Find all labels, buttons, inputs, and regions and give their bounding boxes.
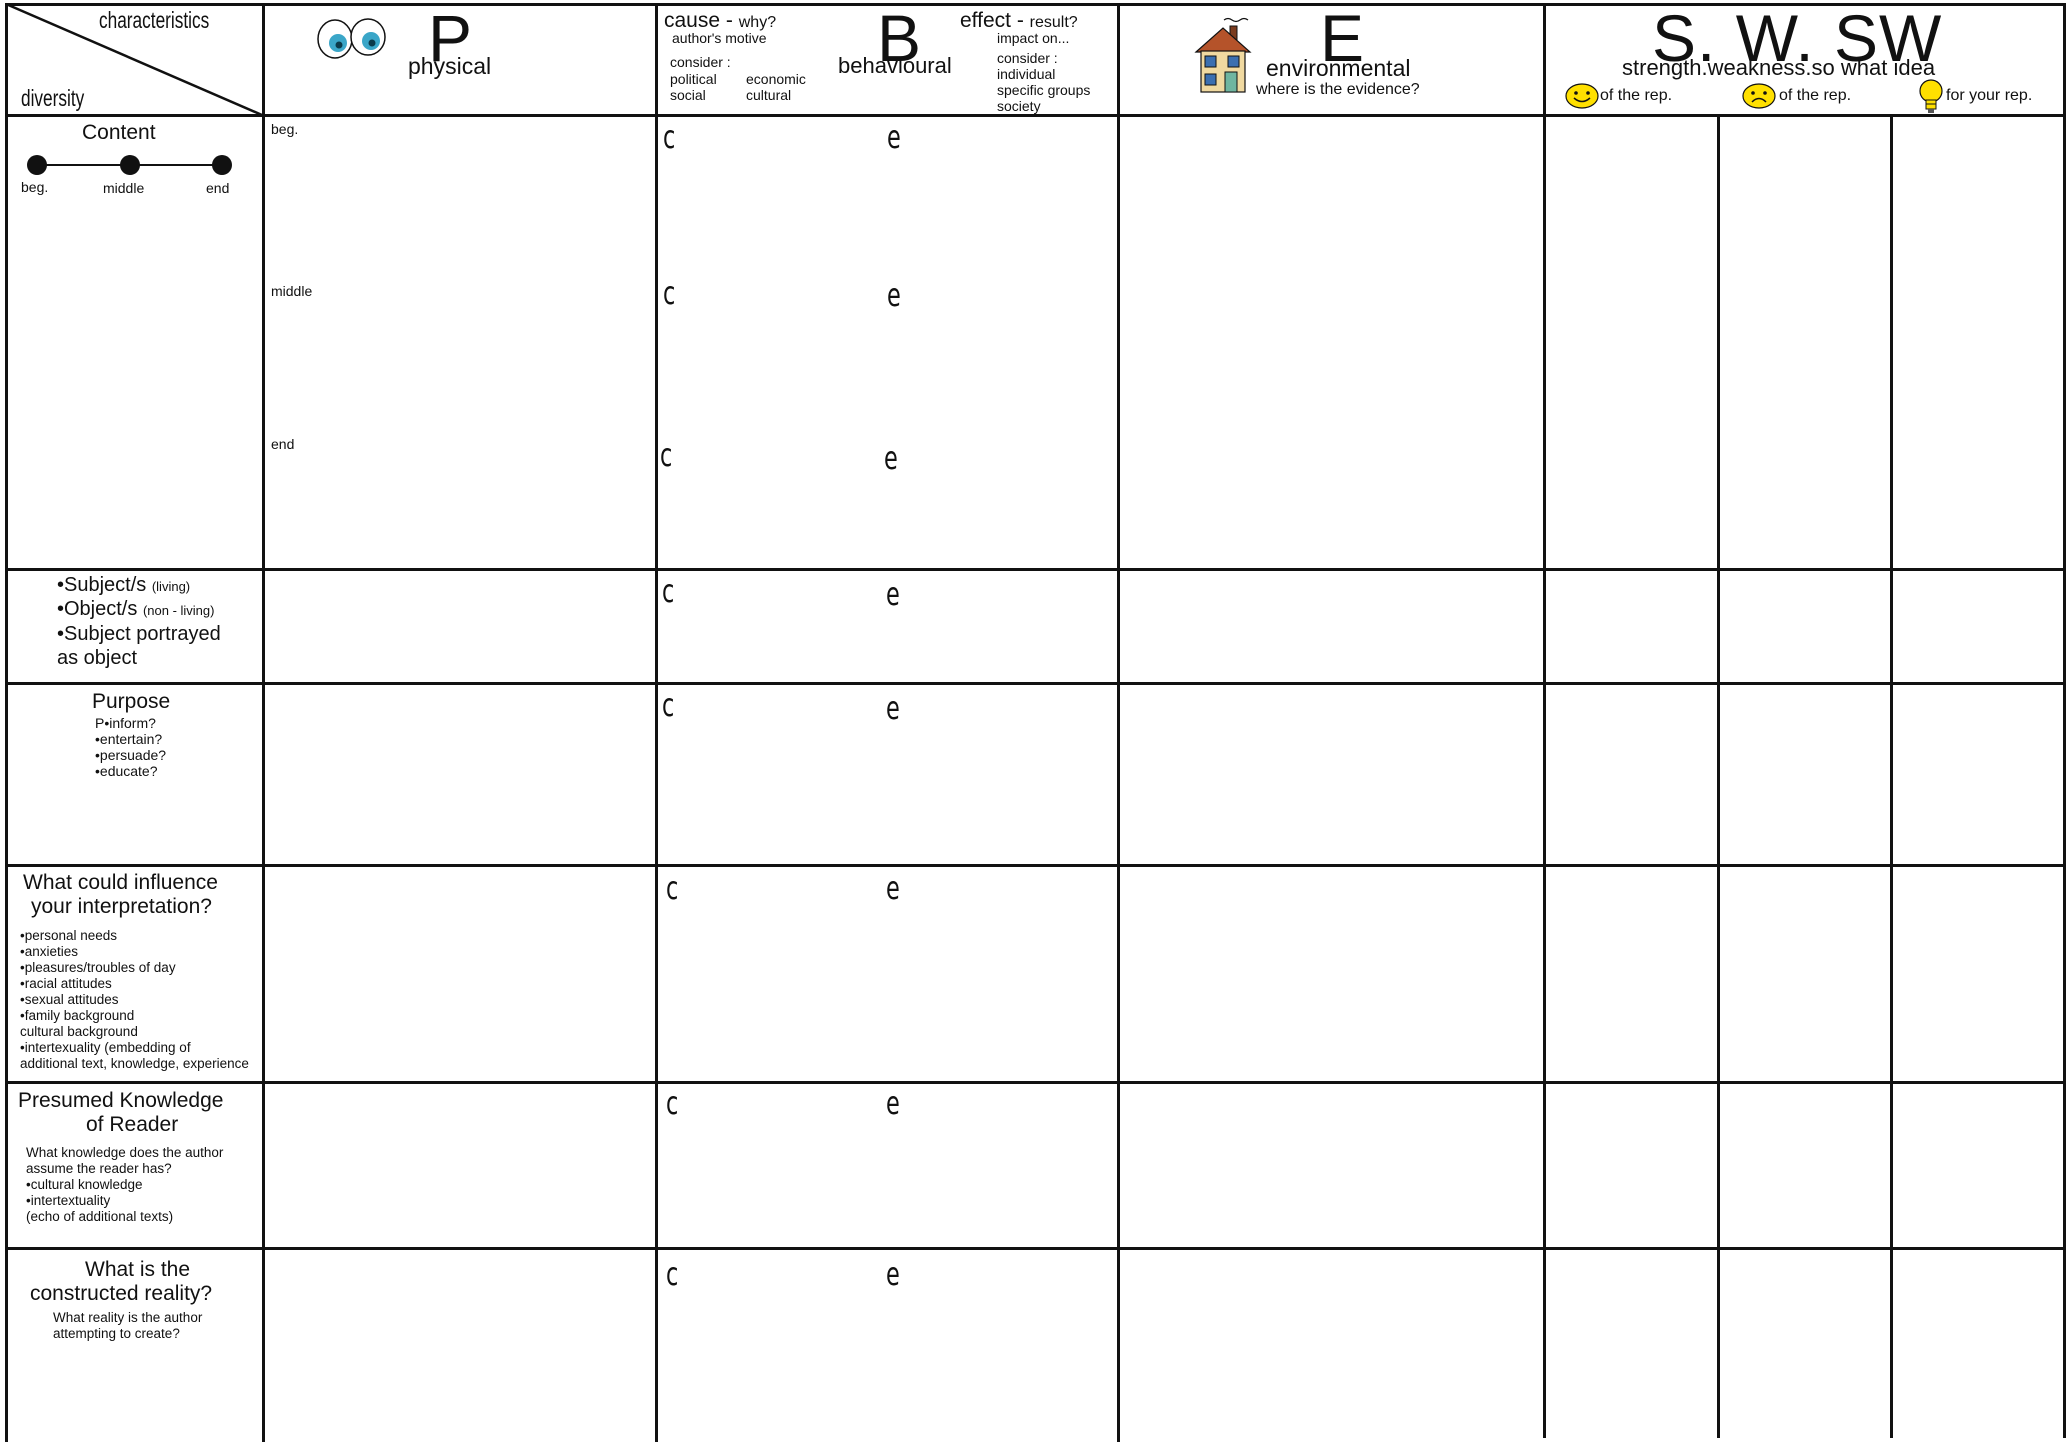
cause-marker-knowledge: c (666, 1084, 679, 1122)
timeline-end: end (206, 180, 230, 196)
purpose-items: P•inform? •entertain? •persuade? •educat… (95, 715, 167, 779)
house-icon (1194, 17, 1252, 93)
knowledge-title-2: of Reader (86, 1113, 179, 1136)
content-title: Content (82, 121, 156, 144)
corner-characteristics: characteristics (99, 7, 210, 33)
sws-label: strength.weakness.so what idea (1622, 55, 1936, 80)
p-label: physical (408, 53, 492, 79)
cause-marker-content-middle: c (663, 274, 676, 312)
table-right-border (2063, 3, 2066, 1438)
effect-marker-knowledge: e (886, 1084, 900, 1122)
cause-marker-influence: c (666, 869, 679, 907)
divider-row-subject (5, 682, 2066, 685)
influence-items: •personal needs •anxieties •pleasures/tr… (20, 928, 249, 1071)
effect-marker-content-middle: e (887, 276, 901, 314)
effect-sub: impact on... (997, 30, 1070, 46)
effect-marker-content-beg: e (887, 118, 901, 156)
cause-marker-purpose: c (662, 686, 675, 724)
knowledge-items: What knowledge does the author assume th… (26, 1145, 224, 1224)
divider-row-header (5, 114, 2066, 117)
cause-title: cause - why? (664, 9, 777, 32)
subject-line-4: as object (57, 647, 138, 669)
reality-title-2: constructed reality? (30, 1282, 213, 1305)
influence-title-1: What could influence (23, 871, 218, 894)
table-left-border (5, 3, 8, 1442)
sws-col2-label: of the rep. (1779, 87, 1852, 104)
subject-line-1: •Subject/s (living) (57, 574, 191, 596)
e-sub: where is the evidence? (1256, 81, 1420, 98)
divider-row-influence (5, 1081, 2066, 1084)
subject-line-3: •Subject portrayed (57, 623, 221, 645)
smiley-icon (1565, 83, 1599, 109)
consider-economic: economic (746, 71, 806, 87)
content-timeline (27, 155, 232, 175)
effect-marker-content-end: e (884, 439, 898, 477)
consider-society: society (997, 98, 1041, 114)
cause-marker-subject: c (662, 572, 675, 610)
p-content-middle: middle (271, 283, 313, 299)
consider-political: political (670, 71, 717, 87)
divider-row-knowledge (5, 1247, 2066, 1250)
divider-col-3 (1117, 3, 1120, 1442)
eyes-icon (317, 18, 386, 59)
consider-left: consider : (670, 54, 731, 70)
purpose-title: Purpose (92, 690, 171, 713)
influence-title-2: your interpretation? (31, 895, 212, 918)
divider-col-4 (1543, 3, 1546, 1438)
consider-social: social (670, 87, 706, 103)
sws-col3-label: for your rep. (1946, 87, 2033, 104)
p-content-end: end (271, 436, 295, 452)
effect-marker-purpose: e (886, 689, 900, 727)
p-content-beg: beg. (271, 121, 299, 137)
cause-sub: author's motive (672, 30, 767, 46)
consider-cultural: cultural (746, 87, 792, 103)
corner-diversity: diversity (21, 85, 85, 111)
sws-col1-label: of the rep. (1600, 87, 1673, 104)
effect-title: effect - result? (960, 9, 1078, 32)
divider-row-purpose (5, 864, 2066, 867)
consider-right: consider : (997, 50, 1058, 66)
subject-line-2: •Object/s (non - living) (57, 598, 215, 620)
reality-title-1: What is the (85, 1258, 191, 1281)
knowledge-title-1: Presumed Knowledge (18, 1089, 224, 1112)
consider-individual: individual (997, 66, 1056, 82)
timeline-beg: beg. (21, 179, 49, 195)
effect-marker-subject: e (886, 575, 900, 613)
effect-marker-influence: e (886, 869, 900, 907)
cause-marker-content-end: c (660, 436, 673, 474)
effect-marker-reality: e (886, 1255, 900, 1293)
frown-icon (1742, 83, 1776, 109)
reality-items: What reality is the author attempting to… (53, 1310, 203, 1341)
lightbulb-icon (1919, 79, 1943, 113)
cause-marker-content-beg: c (663, 118, 676, 156)
divider-row-content (5, 568, 2066, 571)
cause-marker-reality: c (666, 1255, 679, 1293)
divider-col-1 (262, 3, 265, 1442)
divider-col-5 (1717, 115, 1720, 1438)
b-label: behavioural (838, 53, 952, 78)
divider-col-2 (655, 3, 658, 1442)
timeline-middle: middle (103, 180, 145, 196)
consider-specific-groups: specific groups (997, 82, 1091, 98)
e-label: environmental (1266, 55, 1411, 81)
divider-col-6 (1890, 115, 1893, 1438)
